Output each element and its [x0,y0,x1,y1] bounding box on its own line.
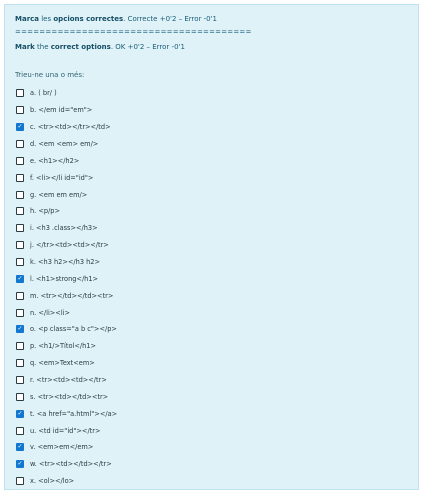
answer-option[interactable]: u. <td id="id"></tr> [16,422,406,439]
answer-option[interactable]: t. <a href="a.html"></a> [16,405,406,422]
answer-option[interactable]: v. <em>em</em> [16,439,406,456]
checkbox-unchecked[interactable] [16,140,24,148]
checkbox-unchecked[interactable] [16,392,24,401]
answer-option[interactable]: n. </li><li> [16,304,406,321]
checkbox-unchecked[interactable] [16,359,24,368]
answer-option[interactable]: s. <tr><td></td><tr> [16,388,406,405]
answer-option-label[interactable]: r. <tr><td><td></tr> [30,376,107,384]
instruction-text: . OK +0'2 – Error -0'1 [110,43,185,51]
answer-option-label[interactable]: m. <tr></td></td><tr> [30,292,113,300]
emphasized-text: Marca [15,15,40,23]
answer-option[interactable]: a. ( br/ ) [16,85,406,102]
checkbox-unchecked[interactable] [16,173,24,182]
emphasized-text: correct options [50,43,111,51]
answer-option-label[interactable]: s. <tr><td></td><tr> [30,393,108,401]
answer-option[interactable]: w. <tr><td></td></tr> [16,456,406,473]
answer-option-label[interactable]: x. <ol></lo> [30,477,74,485]
answer-option[interactable]: o. <p class="a b c"></p> [16,321,406,338]
checkbox-unchecked[interactable] [16,89,24,98]
answer-option-label[interactable]: h. <p/p> [30,207,60,215]
instruction-text: . Correcte +0'2 – Error -0'1 [123,15,217,23]
answer-option[interactable]: m. <tr></td></td><tr> [16,287,406,304]
answer-option[interactable]: h. <p/p> [16,203,406,220]
answer-option[interactable]: i. <h3 .class></h3> [16,220,406,237]
answer-option-label[interactable]: e. <h1></h2> [30,157,79,165]
answer-option[interactable]: k. <h3 h2></h3 h2> [16,254,406,271]
checkbox-unchecked[interactable] [16,190,24,199]
question-text: Marca les opcions correctes. Correcte +0… [15,13,410,53]
question-instructions-catalan: Marca les opcions correctes. Correcte +0… [15,13,410,25]
answer-option[interactable]: x. <ol></lo> [16,473,406,490]
checkbox-unchecked[interactable] [16,376,24,385]
answer-option[interactable]: p. <h1/>Títol</h1> [16,338,406,355]
checkbox-unchecked[interactable] [16,241,24,250]
answer-option[interactable]: e. <h1></h2> [16,152,406,169]
checkbox-checked[interactable] [16,274,24,283]
emphasized-text: Mark [15,43,35,51]
answer-option-label[interactable]: j. </tr><td><td></tr> [30,241,109,249]
answer-option-label[interactable]: w. <tr><td></td></tr> [30,460,112,468]
answer-option[interactable]: q. <em>Text<em> [16,355,406,372]
answer-option-label[interactable]: n. </li><li> [30,309,70,317]
instruction-text: the [34,43,51,51]
answer-option[interactable]: j. </tr><td><td></tr> [16,237,406,254]
checkbox-checked[interactable] [16,460,24,469]
answer-option-label[interactable]: i. <h3 .class></h3> [30,224,98,232]
checkbox-checked[interactable] [16,443,24,452]
question-separator: ======================================= [15,28,252,36]
checkbox-unchecked[interactable] [16,426,24,435]
question-instructions-english: Mark the correct options. OK +0'2 – Erro… [15,41,410,53]
checkbox-unchecked[interactable] [16,156,24,165]
answer-options-list: a. ( br/ ) b. </em id="em"> c. <tr><td></t… [16,85,406,490]
answer-option-label[interactable]: d. <em <em> em/> [30,140,98,148]
answer-option-label[interactable]: f. <li></li id="id"> [30,174,93,182]
answer-option-label[interactable]: t. <a href="a.html"></a> [30,410,117,418]
answer-prompt: Trieu-ne una o més: [15,71,85,79]
answer-option-label[interactable]: o. <p class="a b c"></p> [30,325,117,333]
instruction-text: les [39,15,54,23]
answer-option-label[interactable]: a. ( br/ ) [30,89,57,97]
checkbox-unchecked[interactable] [16,342,24,351]
checkbox-unchecked[interactable] [16,207,24,216]
answer-option[interactable]: b. </em id="em"> [16,102,406,119]
checkbox-unchecked[interactable] [16,258,24,267]
answer-option-label[interactable]: g. <em em em/> [30,191,87,199]
answer-option-label[interactable]: v. <em>em</em> [30,443,93,451]
answer-option-label[interactable]: k. <h3 h2></h3 h2> [30,258,100,266]
emphasized-text: opcions correctes [53,15,124,23]
answer-option-label[interactable]: q. <em>Text<em> [30,359,95,367]
checkbox-unchecked[interactable] [16,291,24,300]
answer-option-label[interactable]: p. <h1/>Títol</h1> [30,342,96,350]
answer-option[interactable]: f. <li></li id="id"> [16,169,406,186]
answer-option[interactable]: c. <tr><td></tr></td> [16,119,406,136]
answer-option[interactable]: r. <tr><td><td></tr> [16,372,406,389]
checkbox-unchecked[interactable] [16,477,24,486]
answer-option[interactable]: g. <em em em/> [16,186,406,203]
checkbox-checked[interactable] [16,409,24,418]
answer-option-label[interactable]: u. <td id="id"></tr> [30,427,100,435]
checkbox-unchecked[interactable] [16,308,24,317]
checkbox-checked[interactable] [16,123,24,132]
answer-option[interactable]: d. <em <em> em/> [16,136,406,153]
answer-option-label[interactable]: c. <tr><td></tr></td> [30,123,111,131]
answer-option[interactable]: l. <h1>strong</h1> [16,270,406,287]
checkbox-unchecked[interactable] [16,224,24,233]
answer-option-label[interactable]: l. <h1>strong</h1> [30,275,98,283]
checkbox-unchecked[interactable] [16,106,24,115]
checkbox-checked[interactable] [16,325,24,334]
question-panel: Marca les opcions correctes. Correcte +0… [4,4,419,490]
answer-option-label[interactable]: b. </em id="em"> [30,106,92,114]
